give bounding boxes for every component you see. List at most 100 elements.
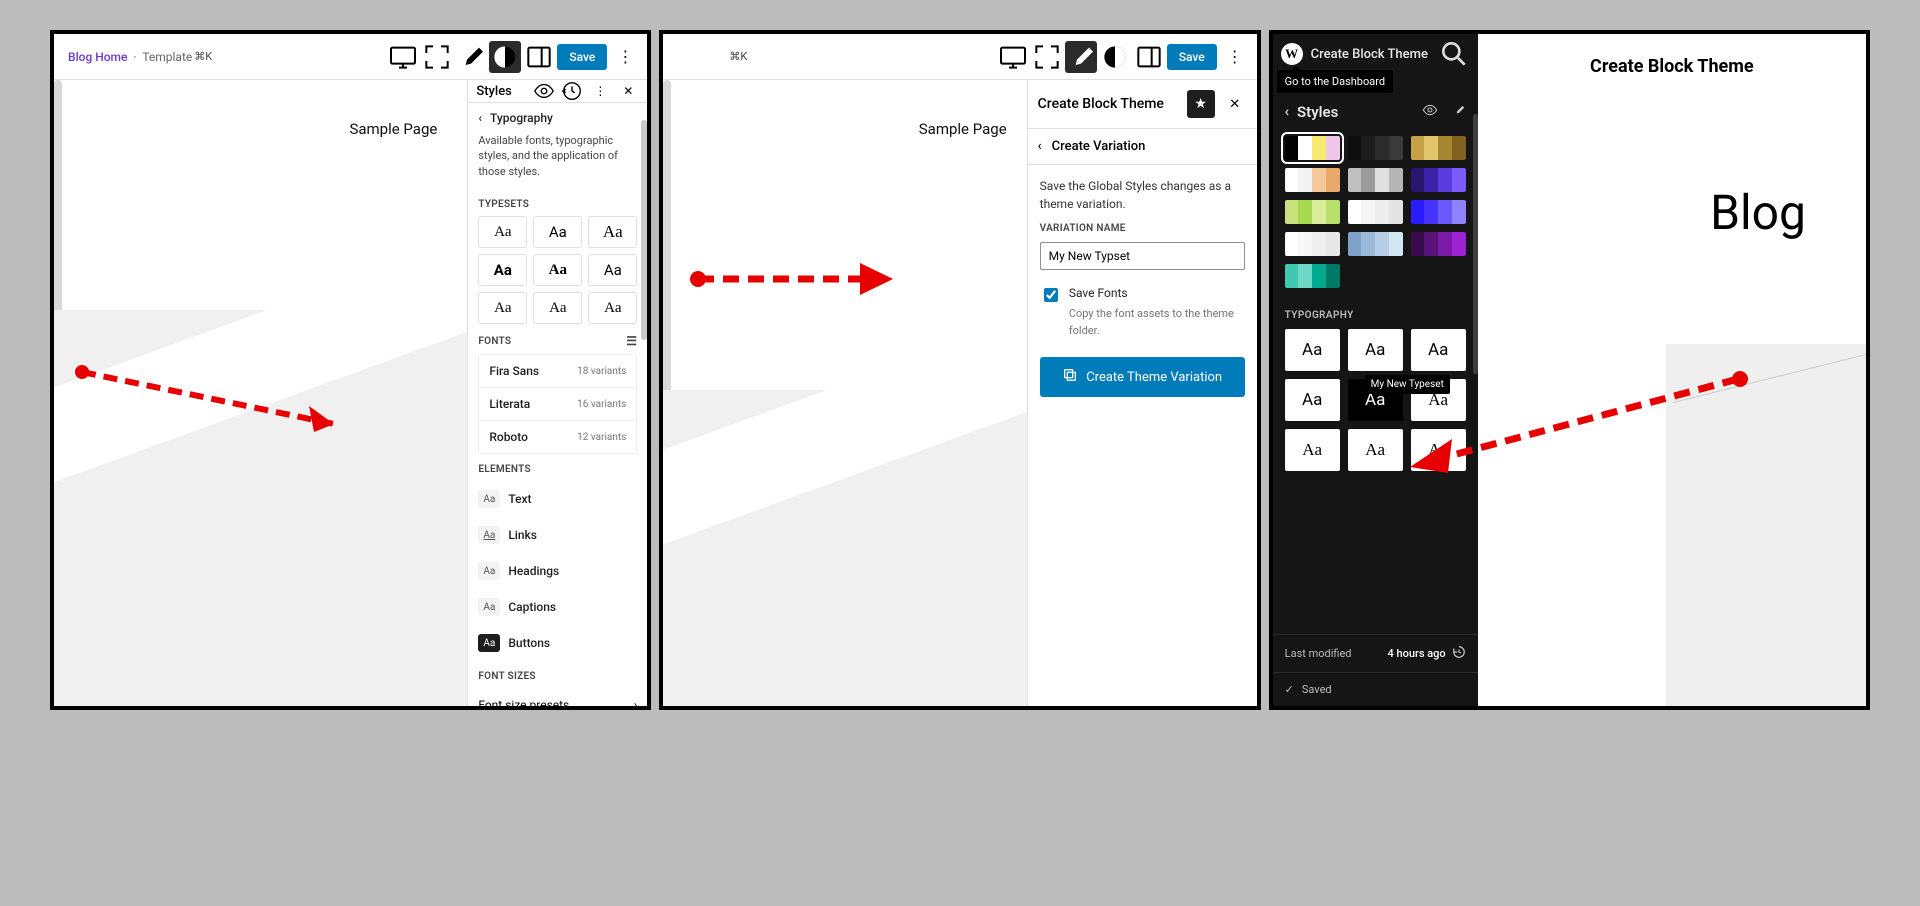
frame-create-variation: ⌘K Save ⋮ Sample Page Create Block Theme… (659, 30, 1260, 710)
variation-name-input[interactable] (1040, 242, 1245, 270)
color-palette-option[interactable] (1348, 136, 1403, 160)
chevron-left-icon[interactable]: ‹ (1285, 104, 1289, 120)
editor-toolbar: ⌘K Save ⋮ (663, 34, 1256, 80)
sidebar-toggle-icon[interactable] (1133, 41, 1165, 73)
color-palette-option[interactable] (1411, 232, 1466, 256)
elements-list: AaTextAaLinksAaHeadingsAaCaptionsAaButto… (468, 481, 647, 661)
breadcrumb: Blog Home · Template (60, 50, 192, 64)
fullscreen-icon[interactable] (1031, 41, 1063, 73)
create-variation-nav[interactable]: ‹ Create Variation (1028, 128, 1257, 165)
styles-title: Styles (1297, 103, 1414, 121)
preview-canvas: Create Block Theme Blog (1478, 34, 1866, 706)
font-row[interactable]: Literata16 variants (479, 387, 636, 420)
sample-page-link[interactable]: Sample Page (919, 120, 1007, 138)
panel-more-icon[interactable]: ⋮ (589, 80, 611, 102)
editor-canvas: Sample Page (54, 80, 467, 706)
styles-icon[interactable] (1099, 41, 1131, 73)
breadcrumb-home[interactable]: Blog Home (68, 50, 127, 64)
typography-option[interactable]: Aa (1285, 329, 1340, 371)
typeset-option[interactable]: Aa (588, 254, 637, 286)
create-theme-variation-button[interactable]: Create Theme Variation (1040, 357, 1245, 397)
sample-page-link[interactable]: Sample Page (349, 120, 437, 138)
font-row[interactable]: Fira Sans18 variants (479, 355, 636, 387)
color-palette-option[interactable] (1285, 136, 1340, 160)
color-palette-option[interactable] (1285, 200, 1340, 224)
desktop-preview-icon[interactable] (997, 41, 1029, 73)
typography-nav[interactable]: ‹ Typography (468, 103, 647, 133)
typeset-option[interactable]: Aa (478, 254, 527, 286)
search-icon[interactable] (1438, 38, 1470, 70)
close-icon[interactable]: ✕ (617, 80, 639, 102)
element-row[interactable]: AaLinks (468, 517, 647, 553)
styles-icon[interactable] (489, 41, 521, 73)
element-row[interactable]: AaCaptions (468, 589, 647, 625)
revisions-icon[interactable] (561, 80, 583, 102)
typeset-grid: AaAaAaAaAaAaAaAaAa (468, 216, 647, 324)
panel-scrollbar[interactable] (641, 120, 647, 340)
typeset-option[interactable]: Aa (533, 216, 582, 248)
typography-option[interactable]: Aa (1348, 429, 1403, 471)
breadcrumb-template: Template (142, 50, 192, 64)
color-palette-option[interactable] (1411, 136, 1466, 160)
desktop-preview-icon[interactable] (387, 41, 419, 73)
wordpress-logo-icon[interactable]: W (1281, 43, 1303, 65)
create-block-theme-panel: Create Block Theme ★ ✕ ‹ Create Variatio… (1027, 80, 1257, 706)
sidebar-toggle-icon[interactable] (523, 41, 555, 73)
more-options-icon[interactable]: ⋮ (1219, 41, 1251, 73)
color-palette-option[interactable] (1285, 232, 1340, 256)
font-size-presets-row[interactable]: Font size presets › (468, 688, 647, 710)
typography-option[interactable]: Aa (1285, 429, 1340, 471)
chevron-left-icon: ‹ (1038, 139, 1042, 154)
eye-icon[interactable] (1422, 102, 1438, 122)
edit-icon[interactable] (1452, 103, 1466, 121)
tools-icon[interactable] (1065, 41, 1097, 73)
command-k-hint: ⌘K (194, 50, 212, 63)
canvas-page-title: Create Block Theme (1478, 56, 1866, 77)
more-options-icon[interactable]: ⋮ (609, 41, 641, 73)
close-icon[interactable]: ✕ (1223, 92, 1247, 116)
typeset-option[interactable]: Aa (588, 292, 637, 324)
color-palette-option[interactable] (1348, 200, 1403, 224)
save-button[interactable]: Save (1167, 44, 1217, 70)
fonts-list: Fira Sans18 variantsLiterata16 variantsR… (478, 354, 637, 454)
font-row[interactable]: Roboto12 variants (479, 420, 636, 453)
color-palette-option[interactable] (1348, 232, 1403, 256)
typography-option[interactable]: Aa (1411, 329, 1466, 371)
chevron-left-icon: ‹ (478, 111, 482, 125)
color-palette-option[interactable] (1348, 168, 1403, 192)
star-icon[interactable]: ★ (1187, 90, 1215, 118)
save-button[interactable]: Save (557, 44, 607, 70)
fonts-label: Fonts ☰ (468, 324, 647, 354)
fullscreen-icon[interactable] (421, 41, 453, 73)
typography-option[interactable]: Aa (1411, 429, 1466, 471)
copy-icon (1062, 367, 1078, 387)
typography-option[interactable]: Aa (1348, 329, 1403, 371)
font-sizes-label: Font Sizes (468, 661, 647, 688)
last-modified-row[interactable]: Last modified 4 hours ago (1273, 634, 1478, 672)
element-row[interactable]: AaButtons (468, 625, 647, 661)
sliders-icon[interactable]: ☰ (626, 334, 637, 348)
typography-grid: AaAaAaAaAaAaAaAaAaMy New Typeset (1273, 329, 1478, 471)
canvas-background (663, 390, 1026, 706)
typography-description: Available fonts, typographic styles, and… (468, 133, 647, 189)
typeset-option[interactable]: Aa (478, 216, 527, 248)
color-palette-option[interactable] (1285, 168, 1340, 192)
eye-icon[interactable] (533, 80, 555, 102)
typeset-option[interactable]: Aa (588, 216, 637, 248)
color-palette-grid (1273, 132, 1478, 292)
element-row[interactable]: AaText (468, 481, 647, 517)
saved-indicator: ✓ Saved (1273, 672, 1478, 706)
typeset-tooltip: My New Typeset (1365, 375, 1450, 394)
last-modified-value: 4 hours ago (1388, 647, 1446, 660)
color-palette-option[interactable] (1411, 168, 1466, 192)
element-row[interactable]: AaHeadings (468, 553, 647, 589)
typography-option[interactable]: Aa (1285, 379, 1340, 421)
typeset-option[interactable]: Aa (533, 254, 582, 286)
frame-styles-browser: W Create Block Theme Go to the Dashboard… (1269, 30, 1870, 710)
typeset-option[interactable]: Aa (478, 292, 527, 324)
typeset-option[interactable]: Aa (533, 292, 582, 324)
color-palette-option[interactable] (1285, 264, 1340, 288)
color-palette-option[interactable] (1411, 200, 1466, 224)
tools-icon[interactable] (455, 41, 487, 73)
save-fonts-checkbox[interactable] (1044, 287, 1058, 303)
